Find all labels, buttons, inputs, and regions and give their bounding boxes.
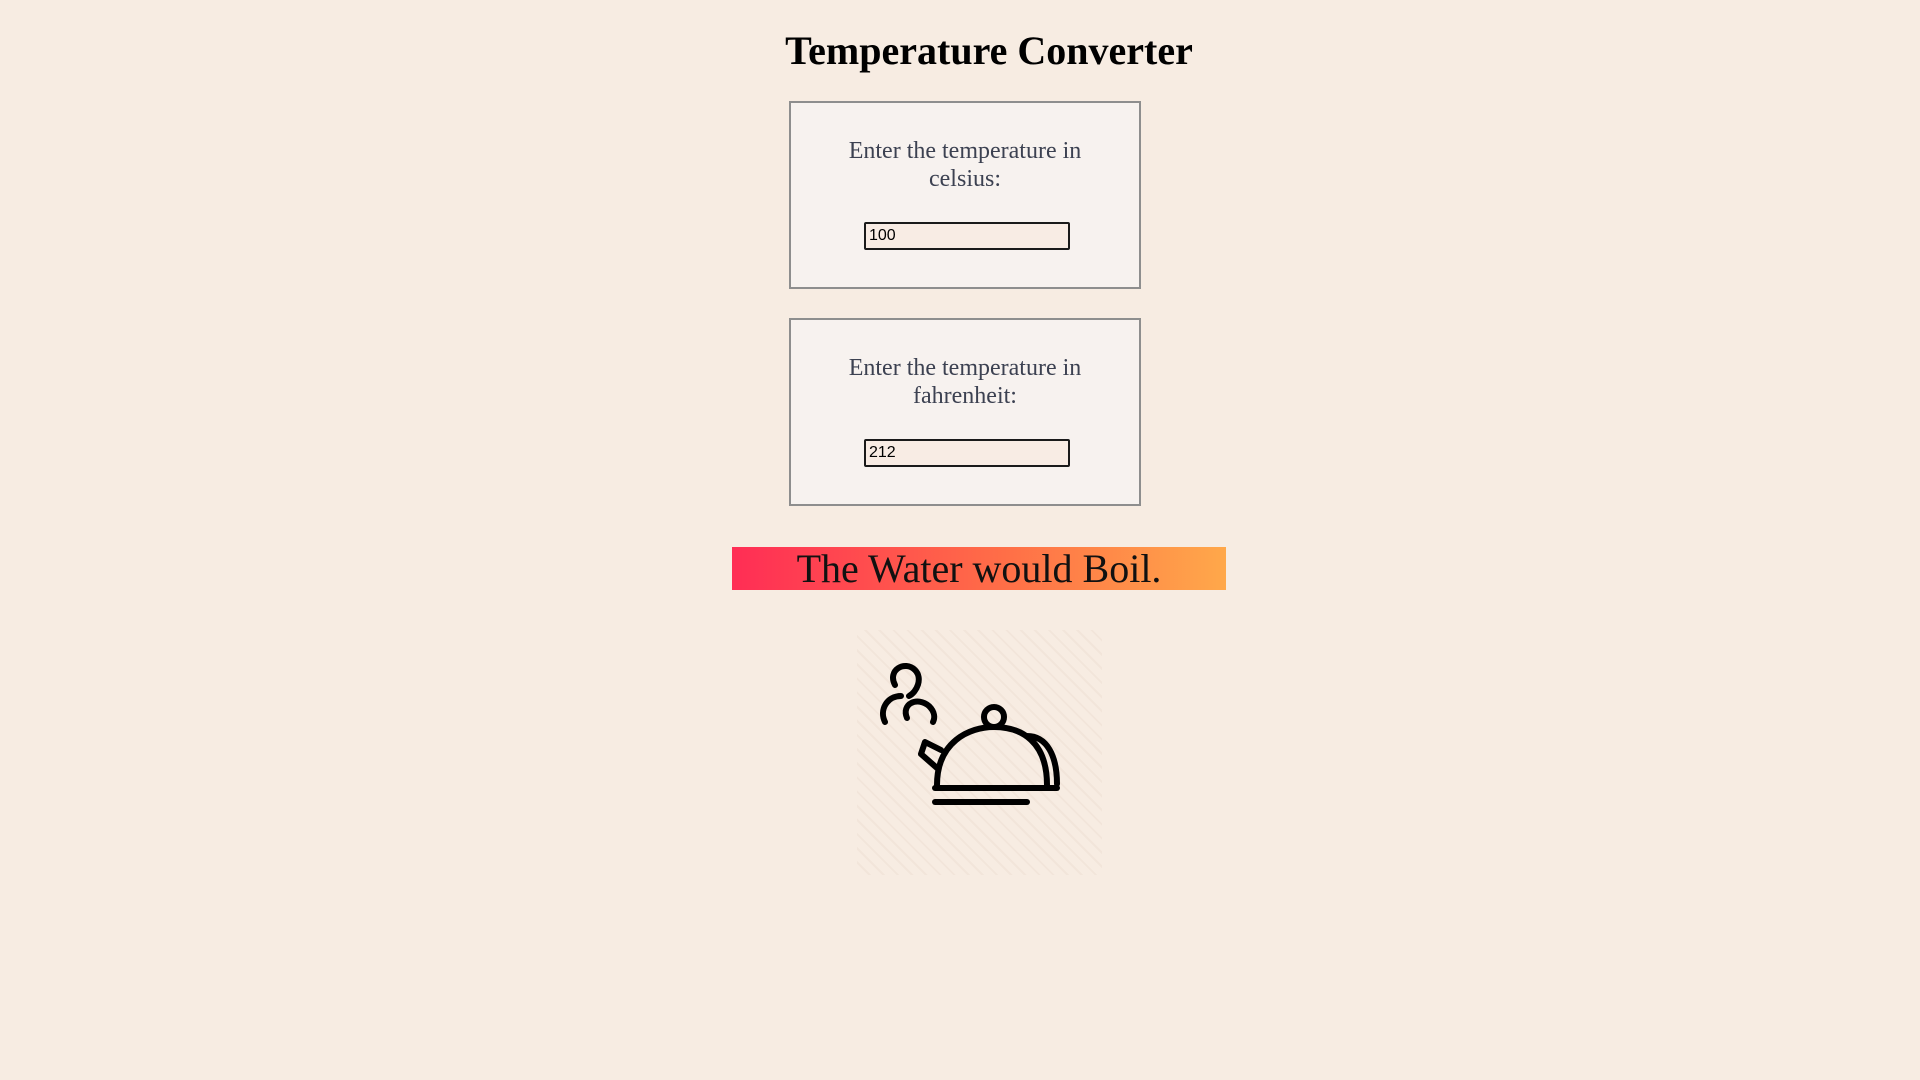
celsius-label: Enter the temperature in celsius: bbox=[848, 138, 1082, 192]
celsius-input[interactable] bbox=[864, 222, 1070, 250]
steam-icon bbox=[890, 663, 922, 699]
fahrenheit-card: Enter the temperature in fahrenheit: bbox=[789, 318, 1141, 506]
celsius-card: Enter the temperature in celsius: bbox=[789, 101, 1141, 289]
result-message: The Water would Boil. bbox=[732, 547, 1226, 590]
fahrenheit-label: Enter the temperature in fahrenheit: bbox=[848, 355, 1082, 409]
page-title: Temperature Converter bbox=[785, 28, 1193, 73]
fahrenheit-input[interactable] bbox=[864, 439, 1070, 467]
boiling-kettle-icon bbox=[857, 630, 1102, 875]
